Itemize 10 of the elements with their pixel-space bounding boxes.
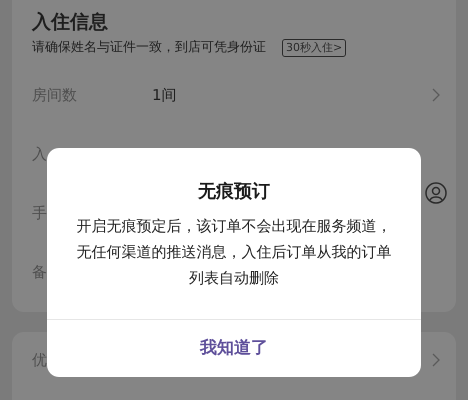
contact-icon[interactable]: [425, 182, 447, 204]
section-title: 入住信息: [32, 10, 109, 35]
quick-checkin-link[interactable]: 30秒入住>: [282, 38, 346, 57]
dialog-title: 无痕预订: [196, 180, 271, 204]
confirm-button[interactable]: 我知道了: [47, 319, 421, 377]
dialog-message: 开启无痕预定后，该订单不会出现在服务频道，无任何渠道的推送消息，入住后订单从我的订单列表自动删除: [76, 216, 392, 289]
notice-text: 请确保姓名与证件一致，到店可凭身份证: [32, 39, 266, 57]
chevron-icon: [432, 88, 440, 102]
row-value: 1间: [152, 84, 177, 106]
chevron-icon: [432, 353, 440, 367]
